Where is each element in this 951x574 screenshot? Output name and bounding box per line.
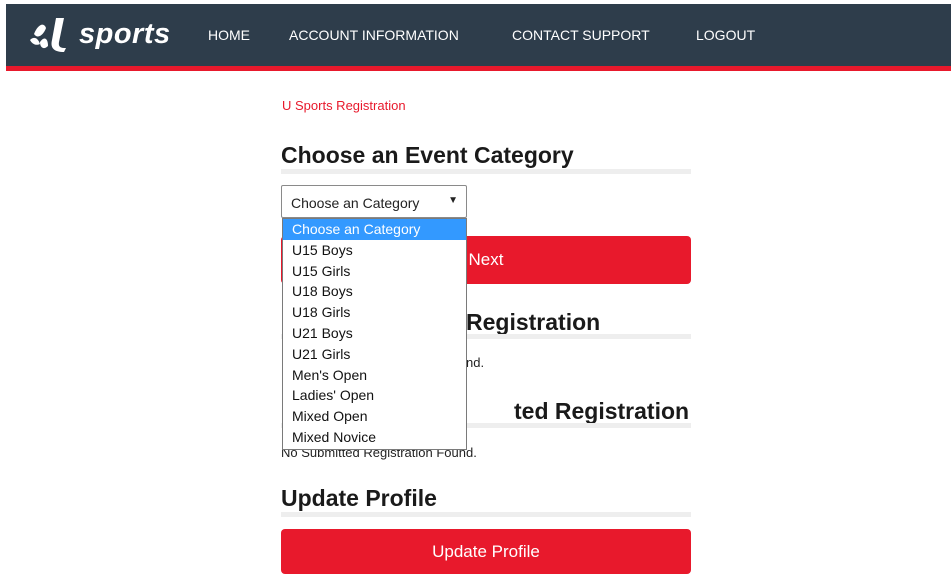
update-profile-rule (281, 512, 691, 517)
dropdown-option-u18-girls[interactable]: U18 Girls (283, 302, 466, 323)
navbar-accent-stripe (6, 66, 951, 71)
nav-home[interactable]: HOME (208, 27, 250, 43)
logo-mark-icon (30, 18, 66, 52)
dropdown-option-u18-boys[interactable]: U18 Boys (283, 281, 466, 302)
category-select-value: Choose an Category (291, 195, 420, 211)
breadcrumb[interactable]: U Sports Registration (282, 98, 406, 113)
event-category-rule (281, 169, 691, 174)
dropdown-option-ladies-open[interactable]: Ladies' Open (283, 385, 466, 406)
category-select[interactable]: Choose an Category ▼ (281, 185, 467, 218)
chevron-down-icon: ▼ (448, 195, 458, 206)
dropdown-option-choose[interactable]: Choose an Category (283, 219, 466, 240)
top-navbar: sports HOME ACCOUNT INFORMATION CONTACT … (6, 4, 951, 66)
pending-registration-title-text: Registration (466, 309, 601, 335)
event-category-title: Choose an Event Category (281, 142, 574, 168)
update-profile-button-label: Update Profile (432, 541, 540, 561)
category-dropdown-list[interactable]: Choose an Category U15 Boys U15 Girls U1… (282, 218, 467, 450)
dropdown-option-mens-open[interactable]: Men's Open (283, 365, 466, 386)
dropdown-option-mixed-open[interactable]: Mixed Open (283, 406, 466, 427)
dropdown-option-u15-boys[interactable]: U15 Boys (283, 240, 466, 261)
nav-logout[interactable]: LOGOUT (696, 27, 755, 43)
next-button-label: Next (468, 250, 504, 269)
submitted-registration-title-text: ted Registration (514, 398, 690, 424)
dropdown-option-u21-boys[interactable]: U21 Boys (283, 323, 466, 344)
dropdown-option-u15-girls[interactable]: U15 Girls (283, 261, 466, 282)
nav-account-information[interactable]: ACCOUNT INFORMATION (289, 27, 459, 43)
logo-text: sports (79, 17, 171, 50)
dropdown-option-u21-girls[interactable]: U21 Girls (283, 344, 466, 365)
logo[interactable]: sports (26, 14, 171, 54)
nav-contact-support[interactable]: CONTACT SUPPORT (512, 27, 650, 43)
dropdown-option-mixed-novice[interactable]: Mixed Novice (283, 427, 466, 448)
pending-registration-note-text: nd. (466, 355, 485, 370)
update-profile-button[interactable]: Update Profile (281, 529, 691, 574)
update-profile-title: Update Profile (281, 485, 437, 511)
